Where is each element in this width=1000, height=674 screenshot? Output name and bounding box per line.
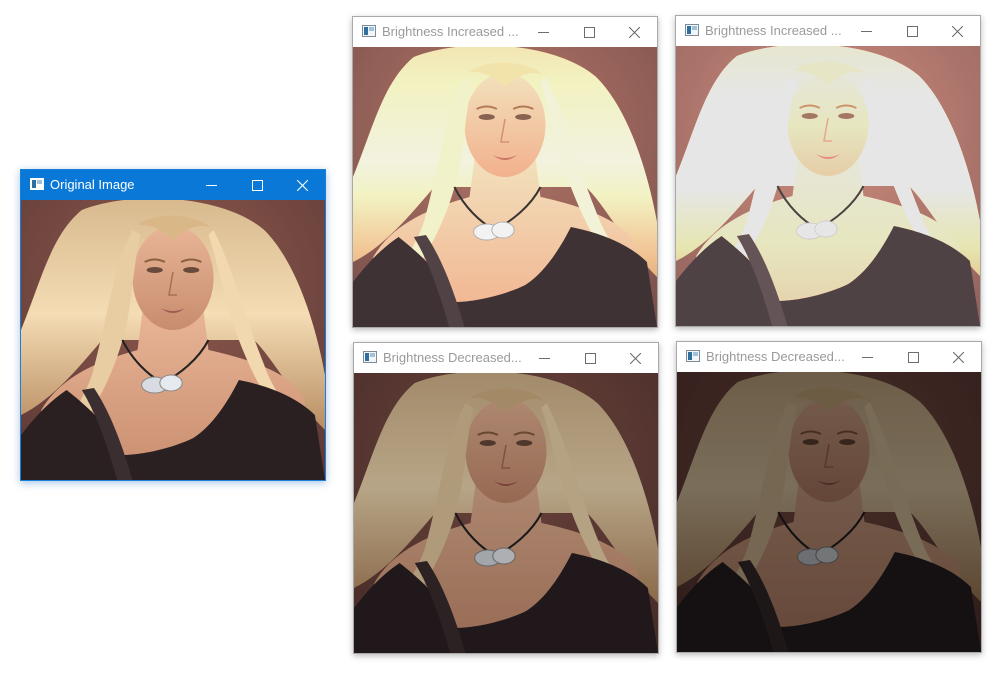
minimize-icon [860, 30, 872, 32]
close-button[interactable] [612, 343, 658, 373]
maximize-icon [906, 25, 918, 37]
close-button[interactable] [935, 342, 981, 372]
window-brightness-decreased-1[interactable]: Brightness Decreased... [353, 342, 659, 654]
window-title: Brightness Increased ... [705, 23, 842, 38]
app-window-icon [685, 24, 699, 36]
portrait-image [677, 372, 981, 652]
minimize-icon [861, 356, 873, 358]
maximize-button[interactable] [889, 16, 935, 46]
titlebar[interactable]: Original Image [21, 170, 325, 200]
minimize-icon [205, 184, 217, 186]
minimize-icon [538, 357, 550, 359]
close-icon [296, 179, 308, 191]
minimize-button[interactable] [520, 17, 566, 47]
close-icon [629, 352, 641, 364]
app-window-icon [362, 25, 376, 37]
close-button[interactable] [279, 170, 325, 200]
portrait-image [353, 47, 657, 327]
maximize-button[interactable] [890, 342, 936, 372]
app-window-icon [30, 178, 44, 190]
minimize-button[interactable] [844, 342, 890, 372]
window-title: Brightness Decreased... [706, 349, 845, 364]
window-title: Brightness Increased ... [382, 24, 519, 39]
close-button[interactable] [611, 17, 657, 47]
titlebar[interactable]: Brightness Decreased... [354, 343, 658, 373]
window-brightness-increased-2[interactable]: Brightness Increased ... [675, 15, 981, 327]
image-canvas [354, 373, 658, 653]
app-window-icon [686, 350, 700, 362]
close-icon [628, 26, 640, 38]
window-original[interactable]: Original Image [20, 169, 326, 481]
window-title: Original Image [50, 177, 135, 192]
maximize-icon [583, 26, 595, 38]
minimize-button[interactable] [843, 16, 889, 46]
portrait-image [676, 46, 980, 326]
minimize-icon [537, 31, 549, 33]
window-brightness-decreased-2[interactable]: Brightness Decreased... [676, 341, 982, 653]
app-window-icon [363, 351, 377, 363]
maximize-button[interactable] [567, 343, 613, 373]
minimize-button[interactable] [521, 343, 567, 373]
portrait-image [21, 200, 325, 480]
close-icon [951, 25, 963, 37]
image-canvas [353, 47, 657, 327]
image-canvas [21, 200, 325, 480]
close-button[interactable] [934, 16, 980, 46]
minimize-button[interactable] [188, 170, 234, 200]
window-title: Brightness Decreased... [383, 350, 522, 365]
titlebar[interactable]: Brightness Decreased... [677, 342, 981, 372]
maximize-button[interactable] [234, 170, 280, 200]
image-canvas [676, 46, 980, 326]
window-brightness-increased-1[interactable]: Brightness Increased ... [352, 16, 658, 328]
titlebar[interactable]: Brightness Increased ... [676, 16, 980, 46]
maximize-icon [907, 351, 919, 363]
maximize-button[interactable] [566, 17, 612, 47]
titlebar[interactable]: Brightness Increased ... [353, 17, 657, 47]
close-icon [952, 351, 964, 363]
maximize-icon [251, 179, 263, 191]
maximize-icon [584, 352, 596, 364]
image-canvas [677, 372, 981, 652]
portrait-image [354, 373, 658, 653]
